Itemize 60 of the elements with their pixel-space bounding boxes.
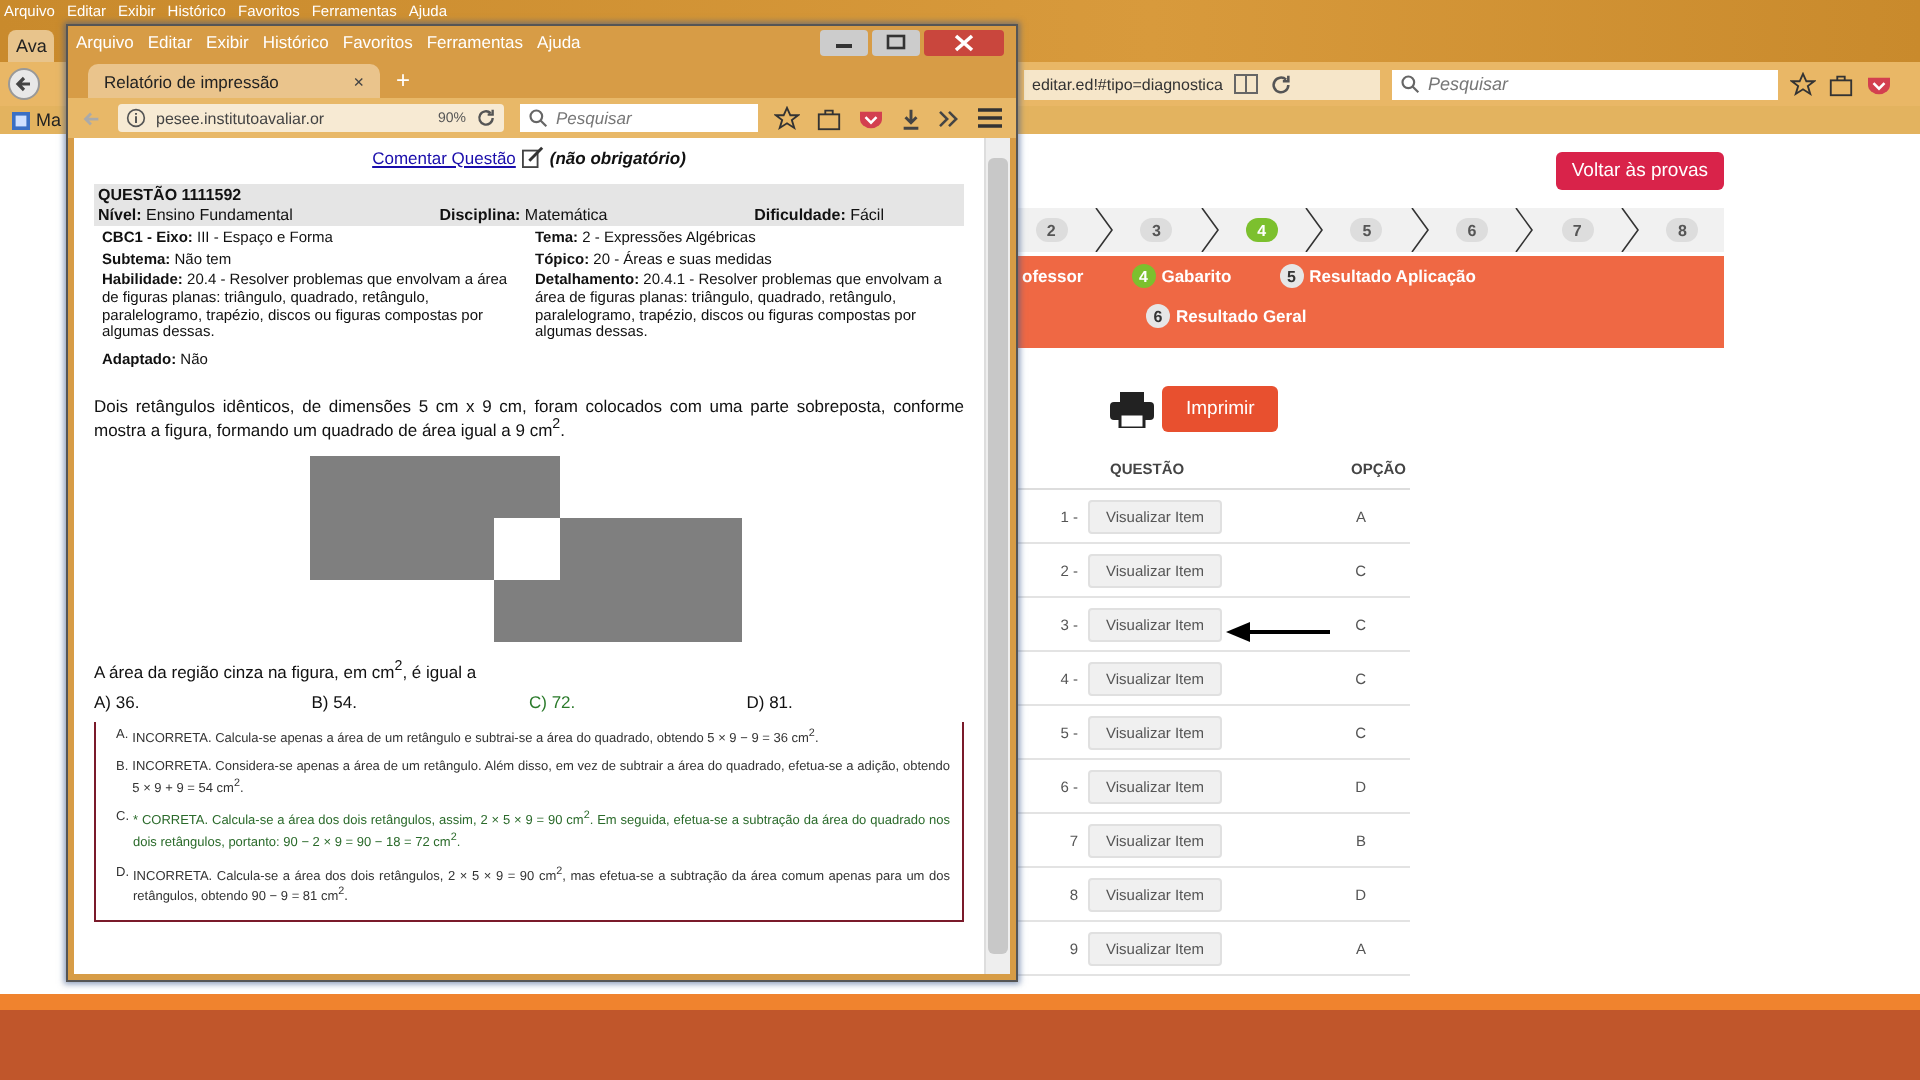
question-prompt: A área da região cinza na figura, em cm$^{2}$, é igual a [94,657,479,682]
chevron-icon [1304,208,1325,252]
reload-icon[interactable] [1270,73,1293,95]
back-to-tests-button[interactable]: Voltar às provas [1555,152,1724,190]
wizard-step[interactable]: 6 Resultado Geral [1146,304,1307,328]
browser-tab[interactable]: Ava [8,30,55,62]
pocket-icon[interactable] [858,107,884,129]
bookmark-icon [12,111,30,129]
wizard-step[interactable]: 5 Resultado Aplicação [1279,264,1476,288]
reload-icon[interactable] [476,108,496,128]
maximize-icon[interactable] [872,29,920,55]
address-field[interactable]: editar.ed!#tipo=diagnostica [1024,69,1380,99]
scrollbar[interactable] [984,138,1010,974]
menu-icon[interactable] [976,106,1004,130]
step-number[interactable]: 2 [1035,218,1068,242]
briefcase-icon[interactable] [816,105,842,131]
close-icon[interactable] [924,29,1004,55]
back-icon[interactable] [8,68,40,100]
briefcase-icon[interactable] [1828,71,1854,97]
download-icon[interactable] [900,107,922,129]
optional-note: (não obrigatório) [549,147,686,167]
question-statement: Dois retângulos idênticos, de dimensões 5 cm x 9 cm, foram colocados com uma parte sobreposta, conforme mostra a figura, formando um quadrado de área igual a 9 cm$^{2}$. [94,395,964,440]
chevrons-icon[interactable] [938,109,960,127]
chevron-icon [1514,208,1535,252]
bookmark[interactable]: Ma [12,110,62,130]
answer-option: A) 36. [94,691,312,712]
summary-field: Dificuldade: Fácil [754,206,884,224]
summary-field: Nível: Ensino Fundamental [98,206,293,224]
search-field[interactable]: Pesquisar [520,104,758,132]
arrow [1226,620,1330,644]
reader-icon[interactable] [1234,74,1259,94]
step-number[interactable]: 5 [1350,218,1383,242]
answer-option: C) 72. [529,691,747,712]
chevron-icon [1619,208,1640,252]
summary-field: Disciplina: Matemática [439,206,608,224]
question-id: QUESTÃO 1111592 [94,184,964,206]
answer-option: D) 81. [746,691,964,712]
step-number[interactable]: 6 [1456,218,1489,242]
chevron-icon [1409,208,1430,252]
print-button[interactable]: Imprimir [1162,386,1279,432]
step-number[interactable]: 7 [1561,218,1594,242]
chevron-icon [1093,208,1114,252]
step-number[interactable]: 3 [1140,218,1173,242]
wizard-step[interactable]: 4 Gabarito [1131,264,1232,288]
browser-tab[interactable]: Relatório de impressão × [88,64,380,98]
info-icon[interactable] [126,108,146,128]
edit-icon[interactable] [521,146,544,168]
printer-icon[interactable] [1110,391,1154,427]
step-number[interactable]: 8 [1666,218,1699,242]
answer-option: B) 54. [311,691,529,712]
minimize-icon[interactable] [820,29,868,55]
chevron-icon [1199,208,1220,252]
comment-link[interactable]: Comentar Questão [372,147,516,167]
pocket-icon[interactable] [1866,73,1892,95]
wizard-step[interactable]: ofessor [1022,264,1084,288]
search-field[interactable]: Pesquisar [1392,69,1778,99]
star-icon[interactable] [774,105,800,131]
star-icon[interactable] [1790,71,1816,97]
search-icon [1400,74,1420,94]
search-icon [528,108,548,128]
